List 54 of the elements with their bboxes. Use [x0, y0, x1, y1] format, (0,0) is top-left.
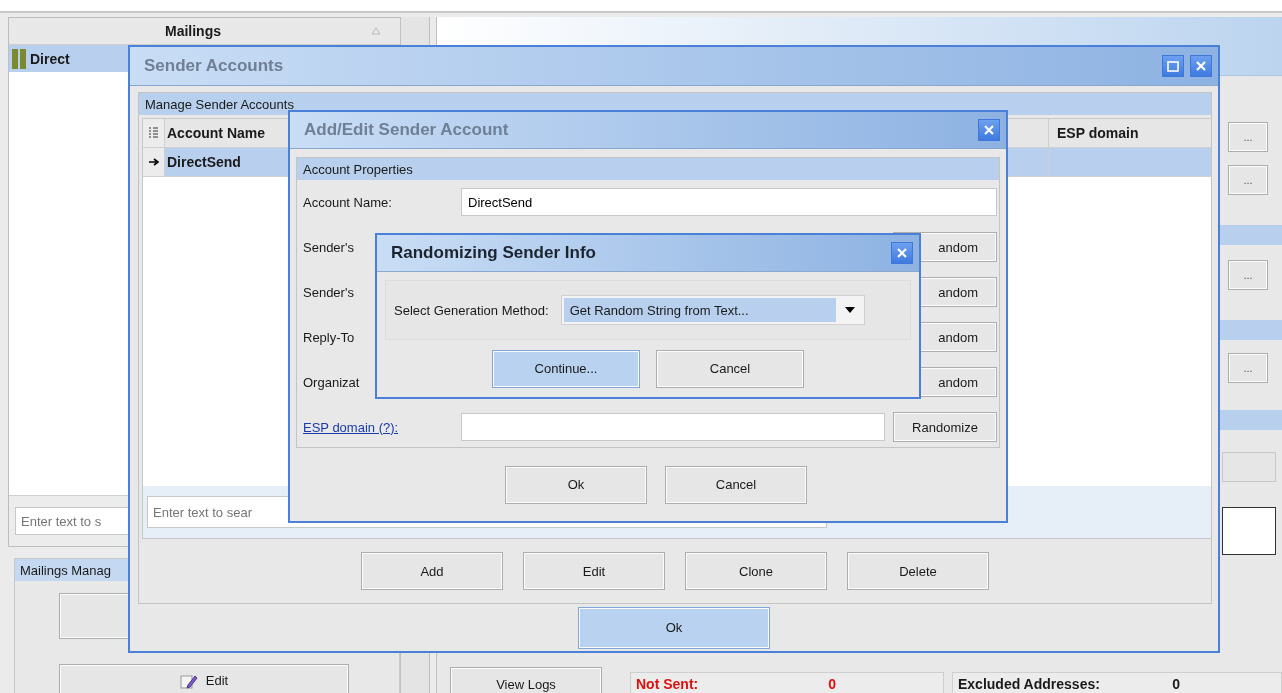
- dialog-button[interactable]: Delete: [847, 552, 989, 590]
- close-button[interactable]: [1190, 55, 1212, 77]
- section-header: [1220, 320, 1282, 340]
- window-title: Sender Accounts: [144, 56, 285, 76]
- ok-button[interactable]: Ok: [578, 606, 770, 649]
- column-chooser-icon: [149, 127, 158, 139]
- column-header[interactable]: ESP domain: [1049, 119, 1211, 147]
- section-header: [1220, 410, 1282, 430]
- help-link[interactable]: ESP domain (?):: [303, 419, 453, 435]
- maximize-button[interactable]: [1162, 55, 1184, 77]
- edit-button[interactable]: Edit: [59, 664, 349, 693]
- more-button[interactable]: ...: [1228, 122, 1268, 152]
- status-icon: [12, 48, 26, 69]
- field-label: Reply-To: [303, 329, 356, 345]
- group-header: Account Properties: [297, 158, 999, 180]
- window-title: Randomizing Sender Info: [391, 243, 597, 263]
- dialog-button[interactable]: Ok: [505, 465, 647, 504]
- text-field[interactable]: [1222, 452, 1276, 482]
- more-button[interactable]: ...: [1228, 353, 1268, 383]
- text-box[interactable]: [1222, 507, 1276, 555]
- maximize-icon: [1167, 60, 1179, 72]
- field-label: Sender's: [303, 284, 355, 300]
- text-field[interactable]: DirectSend: [461, 188, 997, 216]
- view-logs-button[interactable]: View Logs: [450, 667, 602, 693]
- more-button[interactable]: ...: [1228, 260, 1268, 290]
- dialog-button[interactable]: Cancel: [656, 349, 804, 388]
- section-header: [1220, 225, 1282, 245]
- dialog-button[interactable]: Edit: [523, 552, 665, 590]
- dialog-button[interactable]: Add: [361, 552, 503, 590]
- stat-label: Excluded Addresses:: [958, 676, 1100, 692]
- stat-label: Not Sent:: [636, 676, 699, 692]
- more-button[interactable]: ...: [1228, 165, 1268, 195]
- field-label: Account Name:: [303, 194, 393, 210]
- dropdown[interactable]: Get Random String from Text...: [560, 295, 865, 325]
- stat-value: 0: [1172, 676, 1180, 692]
- dialog-button[interactable]: Continue...: [492, 349, 640, 388]
- pencil-icon: [179, 673, 198, 689]
- dialog-button[interactable]: Clone: [685, 552, 827, 590]
- dialog-button[interactable]: Cancel: [665, 465, 807, 504]
- window-title: Add/Edit Sender Account: [304, 120, 510, 140]
- field-label: Organizat: [303, 374, 361, 390]
- dropdown-arrow-icon: [844, 307, 855, 313]
- close-button[interactable]: [891, 242, 913, 264]
- randomize-button[interactable]: Randomize: [893, 412, 997, 442]
- close-icon: [984, 125, 994, 135]
- sort-icon: [371, 27, 381, 35]
- stat-value: 0: [828, 676, 836, 692]
- text-field[interactable]: [461, 413, 885, 441]
- field-label: Select Generation Method:: [394, 302, 549, 318]
- column-header[interactable]: Mailings: [165, 23, 221, 39]
- close-icon: [1196, 61, 1206, 71]
- arrow-icon: [148, 158, 159, 166]
- close-icon: [897, 248, 907, 258]
- close-button[interactable]: [978, 119, 1000, 141]
